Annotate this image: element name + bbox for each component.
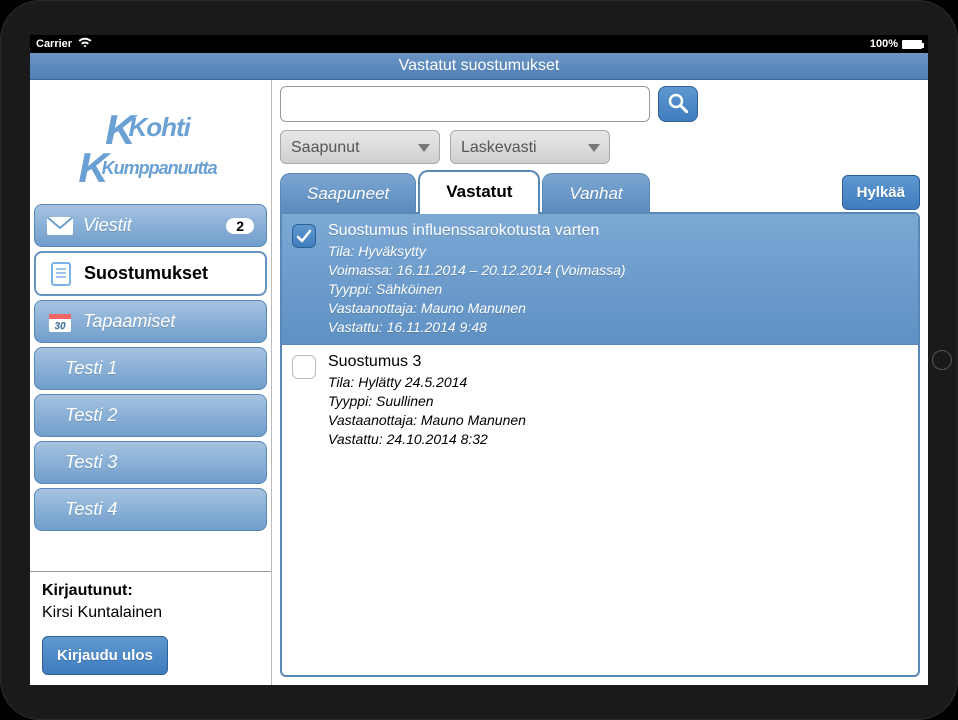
- filter-row: Saapunut Laskevasti: [280, 130, 920, 164]
- navbar-title: Vastatut suostumukset: [30, 53, 928, 80]
- mail-icon: [47, 216, 73, 236]
- battery-icon: [902, 40, 922, 49]
- search-icon: [668, 93, 688, 116]
- sidebar-item-label: Testi 4: [65, 499, 117, 520]
- sidebar-item-label: Suostumukset: [84, 263, 208, 284]
- row-checkbox[interactable]: [292, 224, 316, 248]
- logged-in-user: Kirsi Kuntalainen: [42, 604, 259, 622]
- tab-vanhat[interactable]: Vanhat: [542, 173, 649, 214]
- reject-button[interactable]: Hylkää: [842, 175, 920, 210]
- sort-direction-select[interactable]: Laskevasti: [450, 130, 610, 164]
- sidebar-item-consents[interactable]: Suostumukset: [34, 251, 267, 296]
- row-status: Tila: Hyväksytty: [328, 242, 626, 261]
- tab-vastatut[interactable]: Vastatut: [418, 170, 540, 214]
- status-bar: Carrier 100%: [30, 35, 928, 53]
- sidebar-item-label: Viestit: [83, 215, 132, 236]
- sidebar-item-label: Testi 2: [65, 405, 117, 426]
- row-answered: Vastattu: 16.11.2014 9:48: [328, 318, 626, 337]
- nav-list: Viestit 2 Suostumukset 30 Tapaamiset: [30, 202, 271, 533]
- row-valid: Voimassa: 16.11.2014 – 20.12.2014 (Voima…: [328, 261, 626, 280]
- search-input[interactable]: [280, 86, 650, 122]
- search-button[interactable]: [658, 86, 698, 122]
- logged-in-label: Kirjautunut:: [42, 582, 259, 600]
- battery-percent: 100%: [870, 38, 898, 50]
- calendar-icon: 30: [47, 312, 73, 332]
- row-receiver: Vastaanottaja: Mauno Manunen: [328, 299, 626, 318]
- sidebar: KKohti KKumppanuutta Viestit 2: [30, 80, 272, 685]
- sidebar-item-appointments[interactable]: 30 Tapaamiset: [34, 300, 267, 343]
- screen: Carrier 100% Vastatut suostumukset KKoht…: [30, 35, 928, 685]
- row-type: Tyyppi: Sähköinen: [328, 280, 626, 299]
- consent-list: Suostumus influenssarokotusta varten Til…: [280, 212, 920, 677]
- svg-text:30: 30: [54, 321, 66, 332]
- wifi-icon: [78, 37, 92, 51]
- row-status: Tila: Hylätty 24.5.2014: [328, 373, 526, 392]
- sidebar-item-testi-3[interactable]: Testi 3: [34, 441, 267, 484]
- main-content: Saapunut Laskevasti Saapuneet Vastatut V…: [272, 80, 928, 685]
- row-title: Suostumus 3: [328, 353, 526, 371]
- sidebar-item-testi-2[interactable]: Testi 2: [34, 394, 267, 437]
- sort-field-select[interactable]: Saapunut: [280, 130, 440, 164]
- list-item[interactable]: Suostumus influenssarokotusta varten Til…: [282, 214, 918, 345]
- sidebar-item-label: Testi 1: [65, 358, 117, 379]
- logout-button[interactable]: Kirjaudu ulos: [42, 636, 168, 675]
- row-checkbox[interactable]: [292, 355, 316, 379]
- sidebar-item-messages[interactable]: Viestit 2: [34, 204, 267, 247]
- row-title: Suostumus influenssarokotusta varten: [328, 222, 626, 240]
- list-item[interactable]: Suostumus 3 Tila: Hylätty 24.5.2014 Tyyp…: [282, 345, 918, 457]
- tab-saapuneet[interactable]: Saapuneet: [280, 173, 416, 214]
- row-receiver: Vastaanottaja: Mauno Manunen: [328, 411, 526, 430]
- search-bar: [280, 86, 920, 122]
- logo-line2: Kumppanuutta: [102, 158, 217, 178]
- row-answered: Vastattu: 24.10.2014 8:32: [328, 430, 526, 449]
- home-button[interactable]: [932, 350, 952, 370]
- sidebar-item-label: Tapaamiset: [83, 311, 175, 332]
- carrier-label: Carrier: [36, 38, 72, 50]
- sidebar-footer: Kirjautunut: Kirsi Kuntalainen Kirjaudu …: [30, 571, 271, 685]
- sidebar-item-label: Testi 3: [65, 452, 117, 473]
- tablet-frame: Carrier 100% Vastatut suostumukset KKoht…: [0, 0, 958, 720]
- app-logo: KKohti KKumppanuutta: [30, 80, 271, 202]
- messages-badge: 2: [226, 218, 254, 234]
- tabs: Saapuneet Vastatut Vanhat Hylkää: [280, 170, 920, 214]
- sidebar-item-testi-1[interactable]: Testi 1: [34, 347, 267, 390]
- document-icon: [48, 264, 74, 284]
- sidebar-item-testi-4[interactable]: Testi 4: [34, 488, 267, 531]
- row-type: Tyyppi: Suullinen: [328, 392, 526, 411]
